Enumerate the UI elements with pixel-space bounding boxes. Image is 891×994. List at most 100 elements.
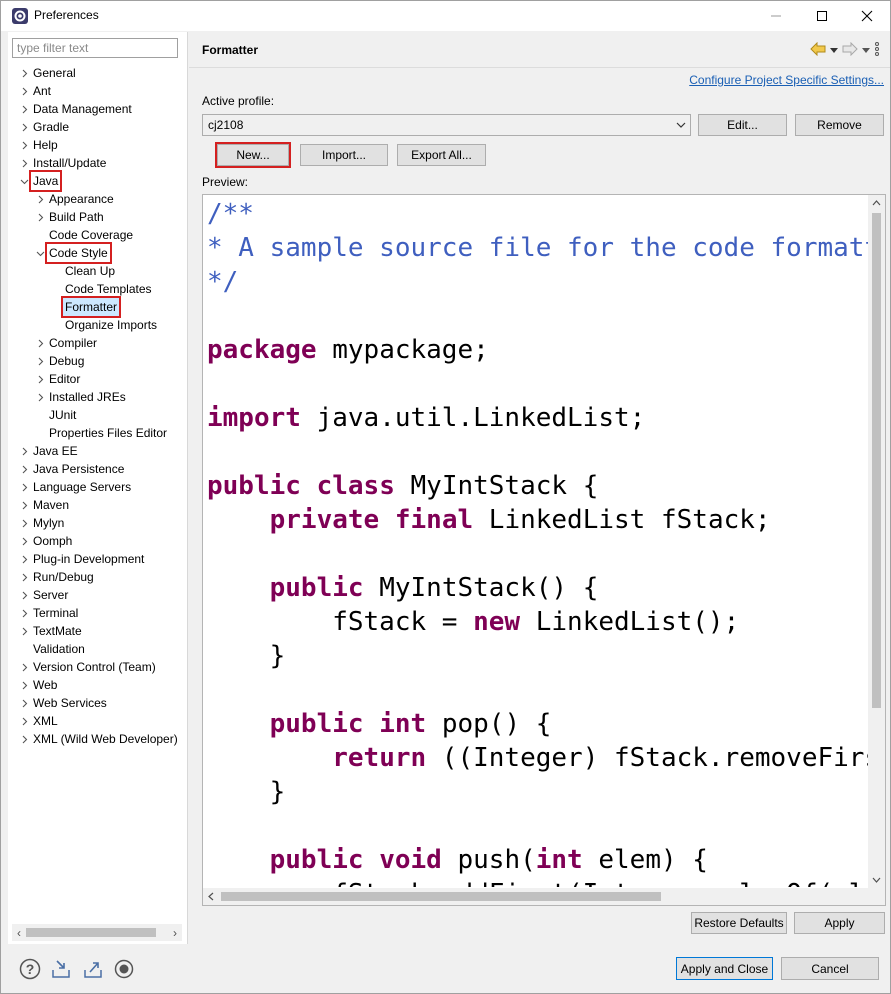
chevron-right-icon[interactable] bbox=[18, 622, 30, 640]
view-menu-icon[interactable] bbox=[874, 41, 880, 60]
active-profile-select[interactable]: cj2108 bbox=[202, 114, 691, 136]
chevron-right-icon[interactable] bbox=[34, 370, 46, 388]
chevron-down-icon[interactable] bbox=[18, 172, 30, 190]
scrollbar-thumb[interactable] bbox=[221, 892, 661, 901]
import-icon[interactable] bbox=[49, 957, 73, 981]
chevron-right-icon[interactable] bbox=[18, 604, 30, 622]
chevron-right-icon[interactable] bbox=[18, 100, 30, 118]
scroll-up-icon[interactable] bbox=[872, 199, 881, 207]
chevron-right-icon[interactable] bbox=[34, 388, 46, 406]
tree-item[interactable]: Validation bbox=[8, 640, 188, 658]
tree-item[interactable]: Run/Debug bbox=[8, 568, 188, 586]
tree-item[interactable]: Mylyn bbox=[8, 514, 188, 532]
close-button[interactable] bbox=[844, 1, 890, 31]
chevron-right-icon[interactable] bbox=[18, 82, 30, 100]
chevron-right-icon[interactable] bbox=[18, 532, 30, 550]
preview-horizontal-scrollbar[interactable] bbox=[203, 888, 870, 905]
apply-button[interactable]: Apply bbox=[794, 912, 885, 934]
tree-item[interactable]: Ant bbox=[8, 82, 188, 100]
tree-item[interactable]: Version Control (Team) bbox=[8, 658, 188, 676]
chevron-right-icon[interactable] bbox=[18, 460, 30, 478]
chevron-right-icon[interactable] bbox=[18, 676, 30, 694]
minimize-button[interactable] bbox=[753, 1, 799, 31]
tree-item[interactable]: Plug-in Development bbox=[8, 550, 188, 568]
tree-item[interactable]: Help bbox=[8, 136, 188, 154]
tree-item[interactable]: Appearance bbox=[8, 190, 188, 208]
export-all-button[interactable]: Export All... bbox=[397, 144, 486, 166]
back-icon[interactable] bbox=[810, 41, 826, 59]
tree-item[interactable]: Installed JREs bbox=[8, 388, 188, 406]
tree-item[interactable]: Terminal bbox=[8, 604, 188, 622]
tree-item[interactable]: JUnit bbox=[8, 406, 188, 424]
tree-item[interactable]: Properties Files Editor bbox=[8, 424, 188, 442]
scrollbar-thumb[interactable] bbox=[872, 213, 881, 708]
scroll-left-icon[interactable] bbox=[207, 892, 215, 901]
export-icon[interactable] bbox=[81, 957, 105, 981]
tree-item[interactable]: Clean Up bbox=[8, 262, 188, 280]
chevron-right-icon[interactable] bbox=[18, 442, 30, 460]
tree-item[interactable]: Web bbox=[8, 676, 188, 694]
forward-icon[interactable] bbox=[842, 41, 858, 59]
tree-item[interactable]: Debug bbox=[8, 352, 188, 370]
chevron-right-icon[interactable] bbox=[18, 586, 30, 604]
chevron-right-icon[interactable] bbox=[18, 550, 30, 568]
chevron-right-icon[interactable] bbox=[18, 568, 30, 586]
tree-item[interactable]: XML (Wild Web Developer) bbox=[8, 730, 188, 748]
remove-profile-button[interactable]: Remove bbox=[795, 114, 884, 136]
import-profile-button[interactable]: Import... bbox=[300, 144, 388, 166]
preview-vertical-scrollbar[interactable] bbox=[868, 195, 885, 888]
chevron-right-icon[interactable] bbox=[34, 352, 46, 370]
chevron-right-icon[interactable] bbox=[18, 64, 30, 82]
code-preview[interactable]: /** * A sample source file for the code f… bbox=[202, 194, 886, 906]
tree-item[interactable]: XML bbox=[8, 712, 188, 730]
help-icon[interactable]: ? bbox=[18, 957, 42, 981]
scrollbar-thumb[interactable] bbox=[26, 928, 156, 937]
chevron-right-icon[interactable] bbox=[18, 496, 30, 514]
tree-item[interactable]: Web Services bbox=[8, 694, 188, 712]
tree-item[interactable]: Maven bbox=[8, 496, 188, 514]
tree-item[interactable]: Gradle bbox=[8, 118, 188, 136]
tree-item[interactable]: Formatter bbox=[8, 296, 188, 318]
record-icon[interactable] bbox=[112, 957, 136, 981]
tree-horizontal-scrollbar[interactable]: ‹ › bbox=[12, 924, 182, 941]
chevron-right-icon[interactable] bbox=[18, 478, 30, 496]
chevron-right-icon[interactable] bbox=[18, 658, 30, 676]
chevron-right-icon[interactable] bbox=[18, 730, 30, 748]
tree-item[interactable]: Java Persistence bbox=[8, 460, 188, 478]
tree-item[interactable]: TextMate bbox=[8, 622, 188, 640]
tree-item[interactable]: General bbox=[8, 64, 188, 82]
tree-item[interactable]: Editor bbox=[8, 370, 188, 388]
chevron-right-icon[interactable] bbox=[18, 514, 30, 532]
tree-item[interactable]: Data Management bbox=[8, 100, 188, 118]
tree-item[interactable]: Install/Update bbox=[8, 154, 188, 172]
chevron-right-icon[interactable] bbox=[18, 154, 30, 172]
tree-item[interactable]: Build Path bbox=[8, 208, 188, 226]
cancel-button[interactable]: Cancel bbox=[781, 957, 879, 980]
forward-dropdown-icon[interactable] bbox=[862, 43, 870, 57]
tree-item[interactable]: Code Coverage bbox=[8, 226, 188, 244]
tree-item[interactable]: Oomph bbox=[8, 532, 188, 550]
chevron-right-icon[interactable] bbox=[34, 334, 46, 352]
tree-item[interactable]: Code Style bbox=[8, 242, 188, 264]
edit-profile-button[interactable]: Edit... bbox=[698, 114, 787, 136]
scroll-right-icon[interactable]: › bbox=[168, 924, 182, 941]
new-profile-button[interactable]: New... bbox=[215, 142, 291, 168]
scroll-left-icon[interactable]: ‹ bbox=[12, 924, 26, 941]
back-dropdown-icon[interactable] bbox=[830, 43, 838, 57]
tree-item[interactable]: Compiler bbox=[8, 334, 188, 352]
chevron-right-icon[interactable] bbox=[34, 190, 46, 208]
chevron-right-icon[interactable] bbox=[18, 712, 30, 730]
tree-item[interactable]: Code Templates bbox=[8, 280, 188, 298]
chevron-right-icon[interactable] bbox=[18, 118, 30, 136]
tree-item[interactable]: Java EE bbox=[8, 442, 188, 460]
maximize-button[interactable] bbox=[799, 1, 845, 31]
restore-defaults-button[interactable]: Restore Defaults bbox=[691, 912, 787, 934]
tree-item[interactable]: Organize Imports bbox=[8, 316, 188, 334]
tree-item[interactable]: Language Servers bbox=[8, 478, 188, 496]
chevron-right-icon[interactable] bbox=[34, 208, 46, 226]
tree-item[interactable]: Java bbox=[8, 170, 188, 192]
tree-item[interactable]: Server bbox=[8, 586, 188, 604]
filter-input[interactable] bbox=[12, 38, 178, 58]
chevron-right-icon[interactable] bbox=[18, 694, 30, 712]
chevron-down-icon[interactable] bbox=[34, 244, 46, 262]
